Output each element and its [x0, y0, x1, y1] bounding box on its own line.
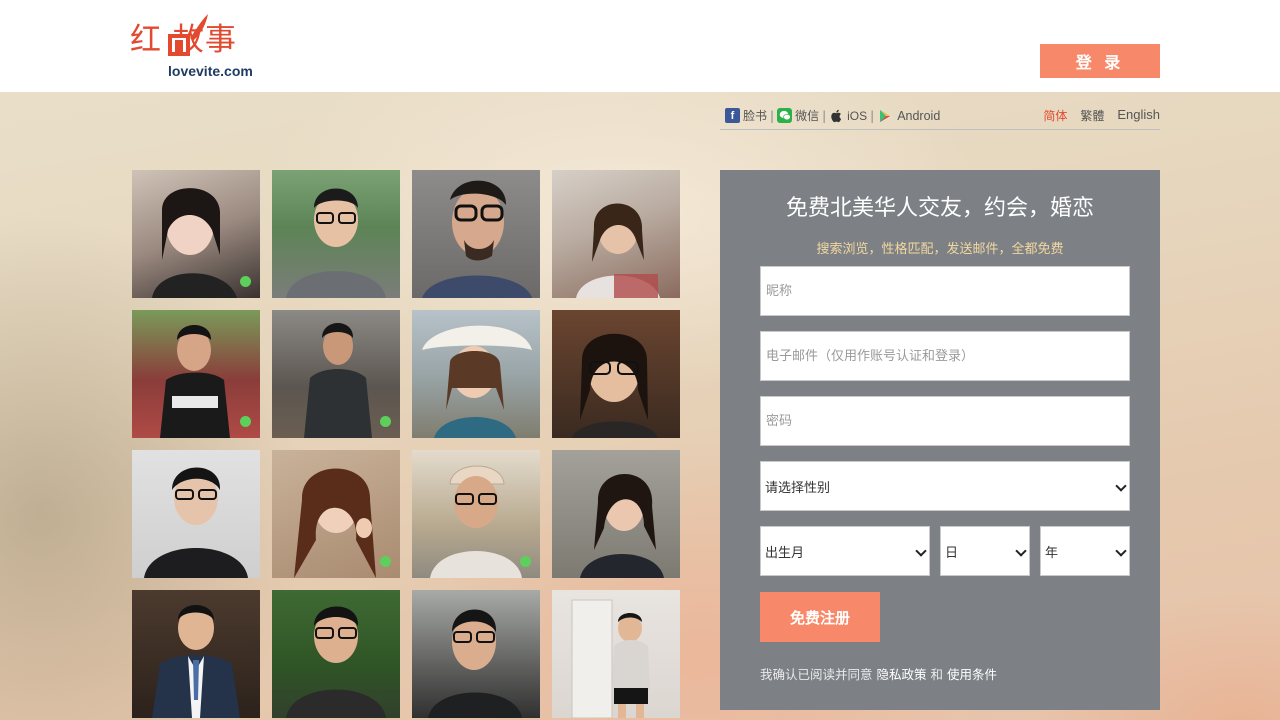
social-language-bar: f 脸书 | 微信 | iOS | Android 简体 繁體 English [720, 105, 1160, 130]
portrait-icon [422, 325, 532, 438]
member-photo[interactable] [552, 310, 680, 438]
online-indicator [240, 276, 251, 287]
signup-panel: 免费北美华人交友，约会，婚恋 搜索浏览，性格匹配，发送邮件，全都免费 请选择性别… [720, 170, 1160, 710]
terms-and: 和 [930, 667, 944, 682]
member-photo[interactable] [132, 170, 260, 298]
member-photo-grid [132, 170, 680, 718]
facebook-label: 脸书 [743, 109, 768, 123]
apple-icon [829, 108, 844, 123]
android-label: Android [897, 108, 941, 123]
gender-select-value: 请选择性别 [765, 480, 831, 496]
birth-month-select[interactable]: 出生月 [760, 526, 930, 576]
separator: | [870, 108, 875, 123]
portrait-icon [576, 203, 660, 298]
online-indicator [380, 416, 391, 427]
language-switcher: 简体 繁體 English [1043, 107, 1160, 124]
nickname-input[interactable] [760, 266, 1130, 316]
member-photo[interactable] [132, 310, 260, 438]
privacy-policy-link[interactable]: 隐私政策 [877, 667, 927, 682]
social-links: f 脸书 | 微信 | iOS | Android [725, 107, 940, 124]
separator: | [822, 108, 827, 123]
member-photo[interactable] [412, 170, 540, 298]
member-photo[interactable] [132, 590, 260, 718]
ios-label: iOS [847, 108, 868, 123]
member-photo[interactable] [412, 450, 540, 578]
facebook-link[interactable]: f 脸书 [725, 107, 767, 124]
email-input[interactable] [760, 331, 1130, 381]
site-header: 红 故事 lovevite.com 登 录 [0, 0, 1280, 92]
terms-notice: 我确认已阅读并同意 隐私政策 和 使用条件 [760, 664, 997, 683]
birth-year-value: 年 [1045, 545, 1059, 561]
birth-day-value: 日 [945, 545, 959, 561]
login-button[interactable]: 登 录 [1040, 44, 1160, 78]
member-photo[interactable] [132, 450, 260, 578]
gender-select[interactable]: 请选择性别 [760, 461, 1130, 511]
wechat-icon [777, 108, 793, 123]
google-play-icon [877, 108, 892, 123]
member-photo[interactable] [272, 310, 400, 438]
heart-gift-icon [168, 14, 208, 56]
portrait-icon [428, 609, 522, 718]
online-indicator [380, 556, 391, 567]
member-photo[interactable] [552, 450, 680, 578]
facebook-icon: f [725, 108, 740, 123]
separator: | [770, 108, 775, 123]
birth-year-select[interactable]: 年 [1040, 526, 1130, 576]
lang-traditional[interactable]: 繁體 [1080, 107, 1104, 124]
register-button[interactable]: 免费注册 [760, 592, 880, 642]
terms-of-use-link[interactable]: 使用条件 [947, 667, 997, 682]
birth-day-select[interactable]: 日 [940, 526, 1030, 576]
member-photo[interactable] [272, 170, 400, 298]
ios-link[interactable]: iOS [829, 108, 867, 123]
member-photo[interactable] [552, 590, 680, 718]
signup-subtitle: 搜索浏览，性格匹配，发送邮件，全都免费 [816, 242, 1064, 257]
android-link[interactable]: Android [877, 108, 940, 123]
wechat-label: 微信 [795, 109, 820, 123]
lang-english[interactable]: English [1117, 107, 1160, 124]
member-photo[interactable] [412, 590, 540, 718]
birth-month-value: 出生月 [765, 545, 805, 561]
password-input[interactable] [760, 396, 1130, 446]
portrait-icon [572, 333, 658, 438]
online-indicator [240, 416, 251, 427]
portrait-icon [144, 467, 248, 578]
signup-title: 免费北美华人交友，约会，婚恋 [785, 196, 1094, 221]
portrait-icon [152, 605, 240, 718]
portrait-icon [422, 180, 532, 298]
member-photo[interactable] [272, 450, 400, 578]
site-logo[interactable]: 红 故事 lovevite.com [130, 12, 270, 82]
online-indicator [520, 556, 531, 567]
portrait-icon [580, 473, 664, 578]
lang-simplified[interactable]: 简体 [1043, 107, 1067, 124]
terms-prefix: 我确认已阅读并同意 [760, 667, 873, 682]
wechat-link[interactable]: 微信 [777, 107, 819, 124]
portrait-icon [286, 606, 386, 718]
member-photo[interactable] [552, 170, 680, 298]
portrait-icon [571, 599, 650, 718]
logo-domain-text: lovevite.com [168, 63, 253, 79]
portrait-icon [286, 188, 386, 298]
member-photo[interactable] [272, 590, 400, 718]
member-photo[interactable] [412, 310, 540, 438]
